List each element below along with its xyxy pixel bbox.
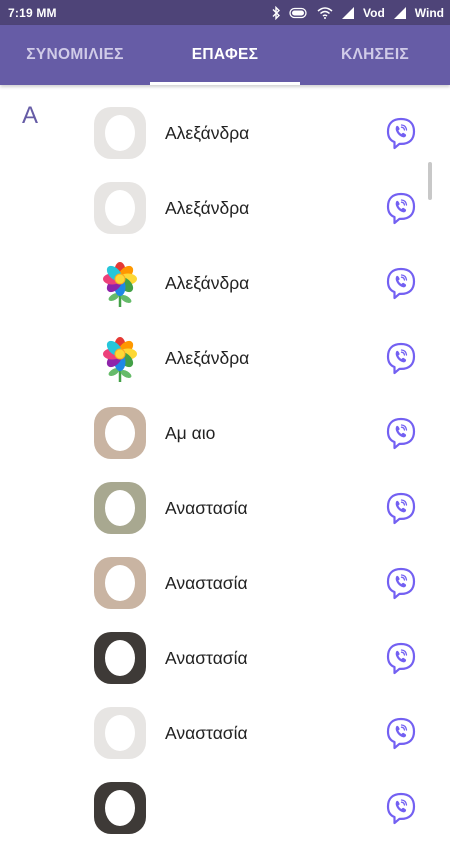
- contact-row[interactable]: Αναστασία: [0, 545, 450, 620]
- tab-chats[interactable]: ΣΥΝΟΜΙΛΙΕΣ: [0, 25, 150, 85]
- contact-row[interactable]: [0, 770, 450, 845]
- avatar: [94, 482, 146, 534]
- contact-row[interactable]: Αλεξάνδρα: [0, 95, 450, 170]
- contact-name: Αναστασία: [165, 648, 248, 668]
- viber-call-icon[interactable]: [385, 492, 417, 526]
- contact-row[interactable]: Αναστασία: [0, 470, 450, 545]
- contact-row[interactable]: Αλεξάνδρα: [0, 320, 450, 395]
- battery-icon: [289, 7, 309, 19]
- status-bar: 7:19 ΜΜ Vod Wind: [0, 0, 450, 25]
- contact-name: Αλεξάνδρα: [165, 123, 250, 143]
- status-icons: Vod Wind: [271, 5, 444, 20]
- viber-call-icon[interactable]: [385, 642, 417, 676]
- tab-chats-label: ΣΥΝΟΜΙΛΙΕΣ: [26, 46, 124, 63]
- avatar: [94, 107, 146, 159]
- contact-row[interactable]: Αναστασία: [0, 695, 450, 770]
- status-time: 7:19 ΜΜ: [8, 5, 57, 20]
- wifi-icon: [317, 6, 333, 19]
- carrier-2: Wind: [414, 5, 444, 20]
- tab-calls-label: ΚΛΗΣΕΙΣ: [340, 46, 410, 63]
- viber-call-icon[interactable]: [385, 117, 417, 151]
- tab-contacts-label: ΕΠΑΦΕΣ: [191, 46, 259, 63]
- avatar: [94, 557, 146, 609]
- viber-call-icon[interactable]: [385, 417, 417, 451]
- bluetooth-icon: [271, 5, 281, 20]
- contact-list: Αλεξάνδρα Αλεξάνδρα Αλεξάνδρα Αλεξάνδρα …: [0, 95, 450, 845]
- tab-contacts[interactable]: ΕΠΑΦΕΣ: [150, 25, 300, 85]
- signal-icon: [341, 6, 355, 19]
- active-tab-indicator: [150, 82, 300, 85]
- viber-call-icon[interactable]: [385, 792, 417, 826]
- flower-icon: [94, 332, 146, 384]
- viber-call-icon[interactable]: [385, 267, 417, 301]
- avatar: [94, 632, 146, 684]
- avatar: [94, 182, 146, 234]
- avatar: [94, 407, 146, 459]
- signal-icon: [393, 6, 407, 19]
- contact-row[interactable]: Αλεξάνδρα: [0, 245, 450, 320]
- viber-call-icon[interactable]: [385, 192, 417, 226]
- tab-bar: ΣΥΝΟΜΙΛΙΕΣ ΕΠΑΦΕΣ ΚΛΗΣΕΙΣ: [0, 25, 450, 85]
- viber-call-icon[interactable]: [385, 342, 417, 376]
- contact-row[interactable]: Αναστασία: [0, 620, 450, 695]
- contact-name: Αναστασία: [165, 723, 248, 743]
- contact-row[interactable]: Αμ αιο: [0, 395, 450, 470]
- avatar: [94, 707, 146, 759]
- contact-name: Αναστασία: [165, 573, 248, 593]
- avatar: [94, 782, 146, 834]
- viber-call-icon[interactable]: [385, 717, 417, 751]
- contact-name: Αναστασία: [165, 498, 248, 518]
- contact-name: Αλεξάνδρα: [165, 273, 250, 293]
- contact-name: Αλεξάνδρα: [165, 348, 250, 368]
- contact-name: Αμ αιο: [165, 423, 216, 443]
- flower-icon: [94, 257, 146, 309]
- viber-call-icon[interactable]: [385, 567, 417, 601]
- tab-calls[interactable]: ΚΛΗΣΕΙΣ: [300, 25, 450, 85]
- contact-row[interactable]: Αλεξάνδρα: [0, 170, 450, 245]
- contact-name: Αλεξάνδρα: [165, 198, 250, 218]
- scrollbar-thumb[interactable]: [428, 162, 432, 200]
- carrier-1: Vod: [363, 5, 385, 20]
